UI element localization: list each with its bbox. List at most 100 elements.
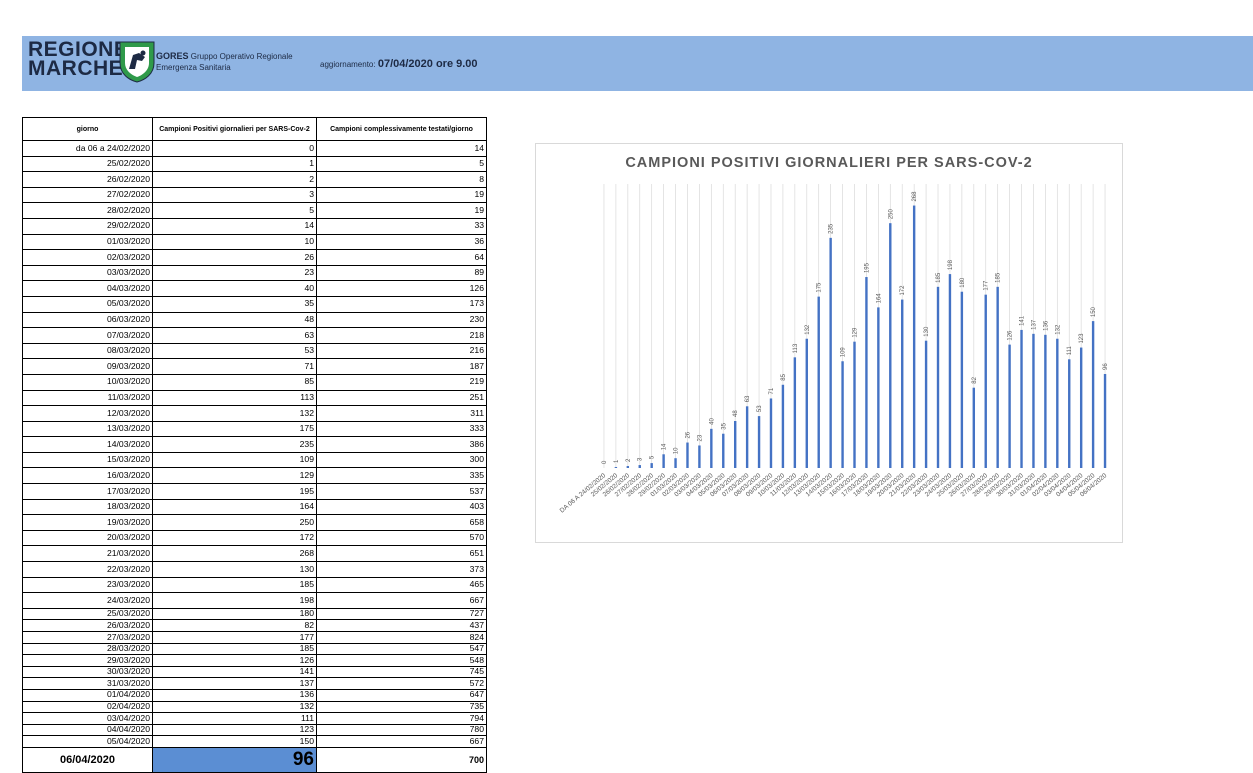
chart-bar bbox=[733, 420, 737, 468]
cell-giorno: 03/04/2020 bbox=[22, 712, 153, 725]
cell-giorno: 22/03/2020 bbox=[22, 561, 153, 578]
cell-positivi: 5 bbox=[152, 202, 317, 219]
update-info: aggiornamento: 07/04/2020 ore 9.00 bbox=[320, 58, 478, 70]
cell-positivi: 198 bbox=[152, 592, 317, 609]
chart-bar bbox=[984, 294, 987, 468]
cell-positivi: 175 bbox=[152, 420, 317, 438]
cell-testati: 824 bbox=[316, 631, 487, 644]
chart-bar bbox=[841, 361, 844, 468]
gores-line-2: Emergenza Sanitaria bbox=[156, 63, 231, 72]
chart-data-label: 2 bbox=[626, 458, 632, 462]
cell-positivi: 126 bbox=[152, 654, 317, 667]
table-row: 09/03/2020 71 187 bbox=[22, 358, 487, 375]
chart-bar bbox=[1103, 373, 1107, 468]
chart-data-label: 113 bbox=[793, 343, 799, 353]
chart-bar bbox=[1079, 347, 1083, 468]
table-row: 29/03/2020 126 548 bbox=[22, 654, 487, 667]
table-row: 20/03/2020 172 570 bbox=[22, 529, 487, 547]
table-row: 14/03/2020 235 386 bbox=[22, 436, 487, 453]
chart-x-axis-labels: DA 06 A 24/02/202025/02/202026/02/202027… bbox=[559, 472, 1109, 515]
chart-data-label: 26 bbox=[685, 431, 691, 438]
table-row: da 06 a 24/02/2020 0 14 bbox=[22, 140, 487, 157]
table-row: 23/03/2020 185 465 bbox=[22, 576, 487, 594]
cell-positivi: 40 bbox=[152, 280, 317, 297]
chart-data-label: 109 bbox=[841, 347, 847, 358]
cell-positivi: 63 bbox=[152, 327, 317, 344]
chart-bar bbox=[614, 467, 618, 468]
cell-testati: 735 bbox=[316, 700, 487, 714]
table-row: 22/03/2020 130 373 bbox=[22, 561, 487, 578]
gores-line-1: Gruppo Operativo Regionale bbox=[190, 52, 293, 61]
chart-bar bbox=[865, 277, 868, 468]
chart-data-label: 0 bbox=[602, 460, 608, 464]
cell-positivi: 35 bbox=[152, 295, 317, 313]
cell-positivi: 71 bbox=[152, 358, 317, 375]
cell-giorno: 21/03/2020 bbox=[22, 545, 153, 563]
table-row: 07/03/2020 63 218 bbox=[22, 327, 487, 344]
cell-testati: 251 bbox=[316, 389, 487, 407]
chart-bar bbox=[626, 466, 630, 468]
cell-testati: 570 bbox=[316, 529, 487, 547]
chart-bar bbox=[1068, 359, 1071, 468]
cell-positivi: 113 bbox=[152, 389, 317, 407]
cell-positivi: 48 bbox=[152, 311, 317, 329]
cell-testati: 647 bbox=[316, 688, 487, 702]
cell-testati: 335 bbox=[316, 467, 487, 485]
cell-positivi: 53 bbox=[152, 342, 317, 360]
cell-testati: 126 bbox=[316, 280, 487, 297]
chart-bar bbox=[1091, 321, 1095, 468]
cell-positivi: 132 bbox=[152, 700, 317, 714]
cell-testati: 218 bbox=[316, 327, 487, 344]
cell-giorno: 29/02/2020 bbox=[22, 217, 153, 235]
cell-giorno: 30/03/2020 bbox=[22, 665, 153, 679]
cell-testati: 173 bbox=[316, 295, 487, 313]
cell-positivi: 0 bbox=[152, 140, 317, 157]
cell-giorno: 03/03/2020 bbox=[22, 264, 153, 282]
chart-bar bbox=[662, 454, 665, 468]
cell-giorno: 28/03/2020 bbox=[22, 642, 153, 656]
chart-bar bbox=[853, 341, 856, 468]
cell-giorno: 02/04/2020 bbox=[22, 700, 153, 714]
cell-testati: 14 bbox=[316, 140, 487, 157]
cell-testati: 403 bbox=[316, 498, 487, 516]
cell-latest-testati: 700 bbox=[316, 746, 487, 773]
chart-bar bbox=[1008, 344, 1011, 468]
cell-giorno: 13/03/2020 bbox=[22, 420, 153, 438]
cell-testati: 33 bbox=[316, 217, 487, 235]
cell-positivi: 235 bbox=[152, 436, 317, 453]
table-row: 13/03/2020 175 333 bbox=[22, 420, 487, 438]
chart-data-label: 130 bbox=[924, 326, 930, 337]
chart-data-label: 14 bbox=[662, 443, 668, 450]
cell-testati: 727 bbox=[316, 607, 487, 621]
cell-latest-positivi: 96 bbox=[152, 746, 317, 773]
chart-data-label: 111 bbox=[1067, 346, 1073, 356]
col-header-positivi: Campioni Positivi giornalieri per SARS-C… bbox=[152, 117, 317, 141]
cell-giorno: 31/03/2020 bbox=[22, 677, 153, 690]
cell-testati: 651 bbox=[316, 545, 487, 563]
table-row: 31/03/2020 137 572 bbox=[22, 677, 487, 690]
chart-bar bbox=[889, 223, 892, 468]
table-row: 19/03/2020 250 658 bbox=[22, 514, 487, 531]
cell-positivi: 10 bbox=[152, 233, 317, 251]
cell-testati: 745 bbox=[316, 665, 487, 679]
cell-positivi: 132 bbox=[152, 405, 317, 422]
cell-testati: 667 bbox=[316, 592, 487, 609]
chart-data-label: 164 bbox=[876, 293, 882, 304]
cell-testati: 36 bbox=[316, 233, 487, 251]
chart-bar bbox=[901, 299, 904, 468]
table-row: 28/02/2020 5 19 bbox=[22, 202, 487, 219]
cell-positivi: 177 bbox=[152, 631, 317, 644]
cell-positivi: 14 bbox=[152, 217, 317, 235]
cell-positivi: 250 bbox=[152, 514, 317, 531]
cell-testati: 311 bbox=[316, 405, 487, 422]
chart-data-label: 123 bbox=[1079, 333, 1085, 344]
cell-testati: 537 bbox=[316, 483, 487, 500]
chart-data-label: 235 bbox=[829, 223, 835, 234]
chart-bar bbox=[722, 433, 725, 468]
cell-testati: 437 bbox=[316, 619, 487, 632]
col-header-giorno: giorno bbox=[22, 117, 153, 141]
chart-data-label: 1 bbox=[614, 459, 620, 463]
table-row: 01/03/2020 10 36 bbox=[22, 233, 487, 251]
cell-positivi: 85 bbox=[152, 373, 317, 391]
chart-bar bbox=[686, 442, 689, 468]
